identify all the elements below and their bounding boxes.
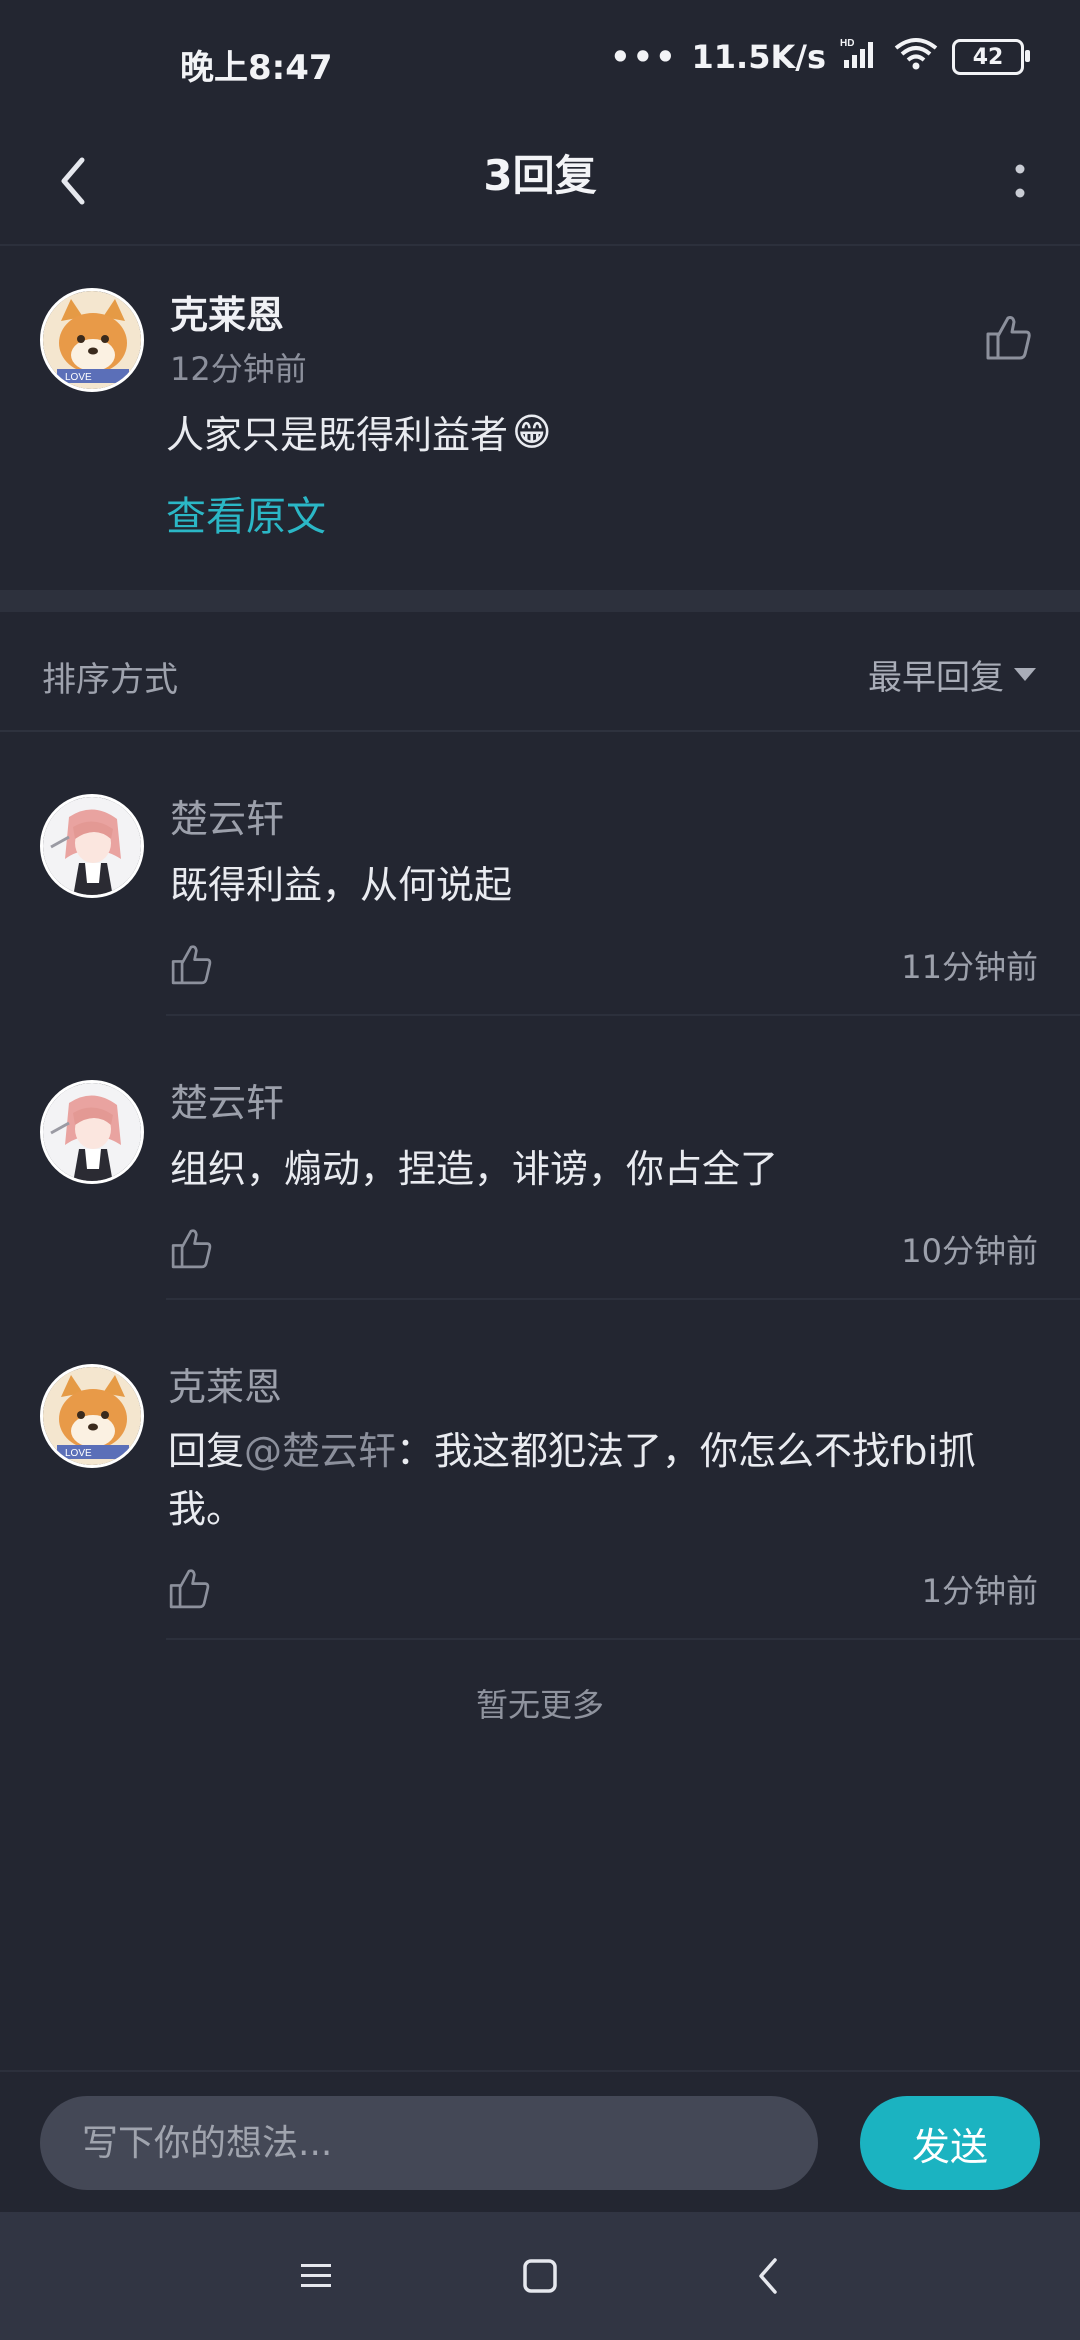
- comment-text: 人家只是既得利益者 😁: [166, 404, 552, 459]
- shiba-avatar-icon: LOVE: [43, 291, 141, 389]
- avatar[interactable]: LOVE: [40, 1364, 144, 1468]
- page-title: 3回复: [483, 151, 597, 200]
- reply-divider: [166, 1638, 1080, 1640]
- like-button[interactable]: [980, 310, 1036, 366]
- reply-item: 楚云轩 组织，煽动，捏造，诽谤，你占全了 10分钟前: [0, 1016, 1080, 1300]
- section-divider: [0, 590, 1080, 612]
- menu-icon: [301, 2264, 331, 2287]
- battery-level: 42: [972, 44, 1004, 70]
- battery-icon: 42: [952, 39, 1030, 75]
- comment-time: 12分钟前: [170, 350, 307, 388]
- thumbs-up-icon: [171, 1229, 212, 1269]
- more-button[interactable]: [990, 146, 1050, 216]
- reply-author[interactable]: 克莱恩: [168, 1356, 282, 1411]
- shiba-avatar-icon: LOVE: [43, 1367, 141, 1465]
- comment-input[interactable]: [40, 2096, 818, 2190]
- grin-emoji-icon: 😁: [512, 409, 552, 454]
- caret-down-icon: [1014, 668, 1036, 681]
- reply-item: LOVE 克莱恩 回复@楚云轩：我这都犯法了，你怎么不找fbi抓我。 1分钟前: [0, 1300, 1080, 1640]
- back-triangle-icon: [759, 2258, 777, 2294]
- input-bar: 发送: [0, 2070, 1080, 2214]
- comment-text-body: 人家只是既得利益者: [166, 413, 509, 457]
- status-bar: 晚上8:47 ••• 11.5K/s HD 42: [0, 0, 1080, 124]
- like-button[interactable]: [164, 1564, 214, 1614]
- sort-selected: 最早回复: [868, 658, 1004, 698]
- avatar[interactable]: [40, 1080, 144, 1184]
- home-button[interactable]: [512, 2248, 568, 2304]
- comment-author[interactable]: 克莱恩: [170, 284, 284, 339]
- svg-text:LOVE: LOVE: [65, 372, 92, 383]
- anime-girl-avatar-icon: [43, 1083, 141, 1181]
- reply-time: 10分钟前: [901, 1232, 1038, 1270]
- svg-text:LOVE: LOVE: [65, 1448, 92, 1459]
- status-time: 晚上8:47: [180, 48, 333, 88]
- reply-time: 11分钟前: [901, 948, 1038, 986]
- thumbs-up-icon: [986, 316, 1031, 360]
- network-speed: 11.5K/s: [691, 38, 826, 76]
- original-comment: LOVE 克莱恩 12分钟前 人家只是既得利益者 😁 查看原文: [0, 246, 1080, 590]
- avatar[interactable]: [40, 794, 144, 898]
- wifi-icon: [894, 36, 938, 78]
- home-square-icon: [523, 2259, 557, 2293]
- avatar[interactable]: LOVE: [40, 288, 144, 392]
- status-right: ••• 11.5K/s HD 42: [610, 36, 1030, 78]
- anime-girl-avatar-icon: [43, 797, 141, 895]
- svg-text:HD: HD: [840, 38, 854, 49]
- no-more-label: 暂无更多: [475, 1686, 604, 1724]
- header: 3回复: [0, 124, 1080, 246]
- like-button[interactable]: [166, 940, 216, 990]
- more-vertical-icon: [1015, 164, 1025, 198]
- sort-dropdown[interactable]: 最早回复: [868, 650, 1036, 699]
- reply-time: 1分钟前: [921, 1572, 1038, 1610]
- reply-item: 楚云轩 既得利益，从何说起 11分钟前: [0, 730, 1080, 1016]
- sort-row: 排序方式 最早回复: [0, 612, 1080, 732]
- view-original-link[interactable]: 查看原文: [166, 484, 326, 542]
- reply-text: 回复@楚云轩：我这都犯法了，你怎么不找fbi抓我。: [168, 1422, 1020, 1538]
- sort-label: 排序方式: [42, 660, 178, 700]
- reply-text: 组织，煽动，捏造，诽谤，你占全了: [170, 1147, 779, 1191]
- mention-link[interactable]: @楚云轩: [244, 1429, 396, 1473]
- thumbs-up-icon: [171, 945, 212, 985]
- reply-text: 既得利益，从何说起: [170, 863, 513, 907]
- system-back-button[interactable]: [740, 2248, 796, 2304]
- like-button[interactable]: [166, 1224, 216, 1274]
- signal-icon: HD: [840, 36, 880, 78]
- thumbs-up-icon: [169, 1569, 210, 1609]
- menu-button[interactable]: [288, 2248, 344, 2304]
- status-dots: •••: [610, 38, 678, 76]
- system-nav-bar: [0, 2212, 1080, 2340]
- reply-author[interactable]: 楚云轩: [170, 1072, 284, 1127]
- reply-author[interactable]: 楚云轩: [170, 788, 284, 843]
- reply-prefix: 回复: [168, 1429, 245, 1473]
- send-button[interactable]: 发送: [860, 2096, 1040, 2190]
